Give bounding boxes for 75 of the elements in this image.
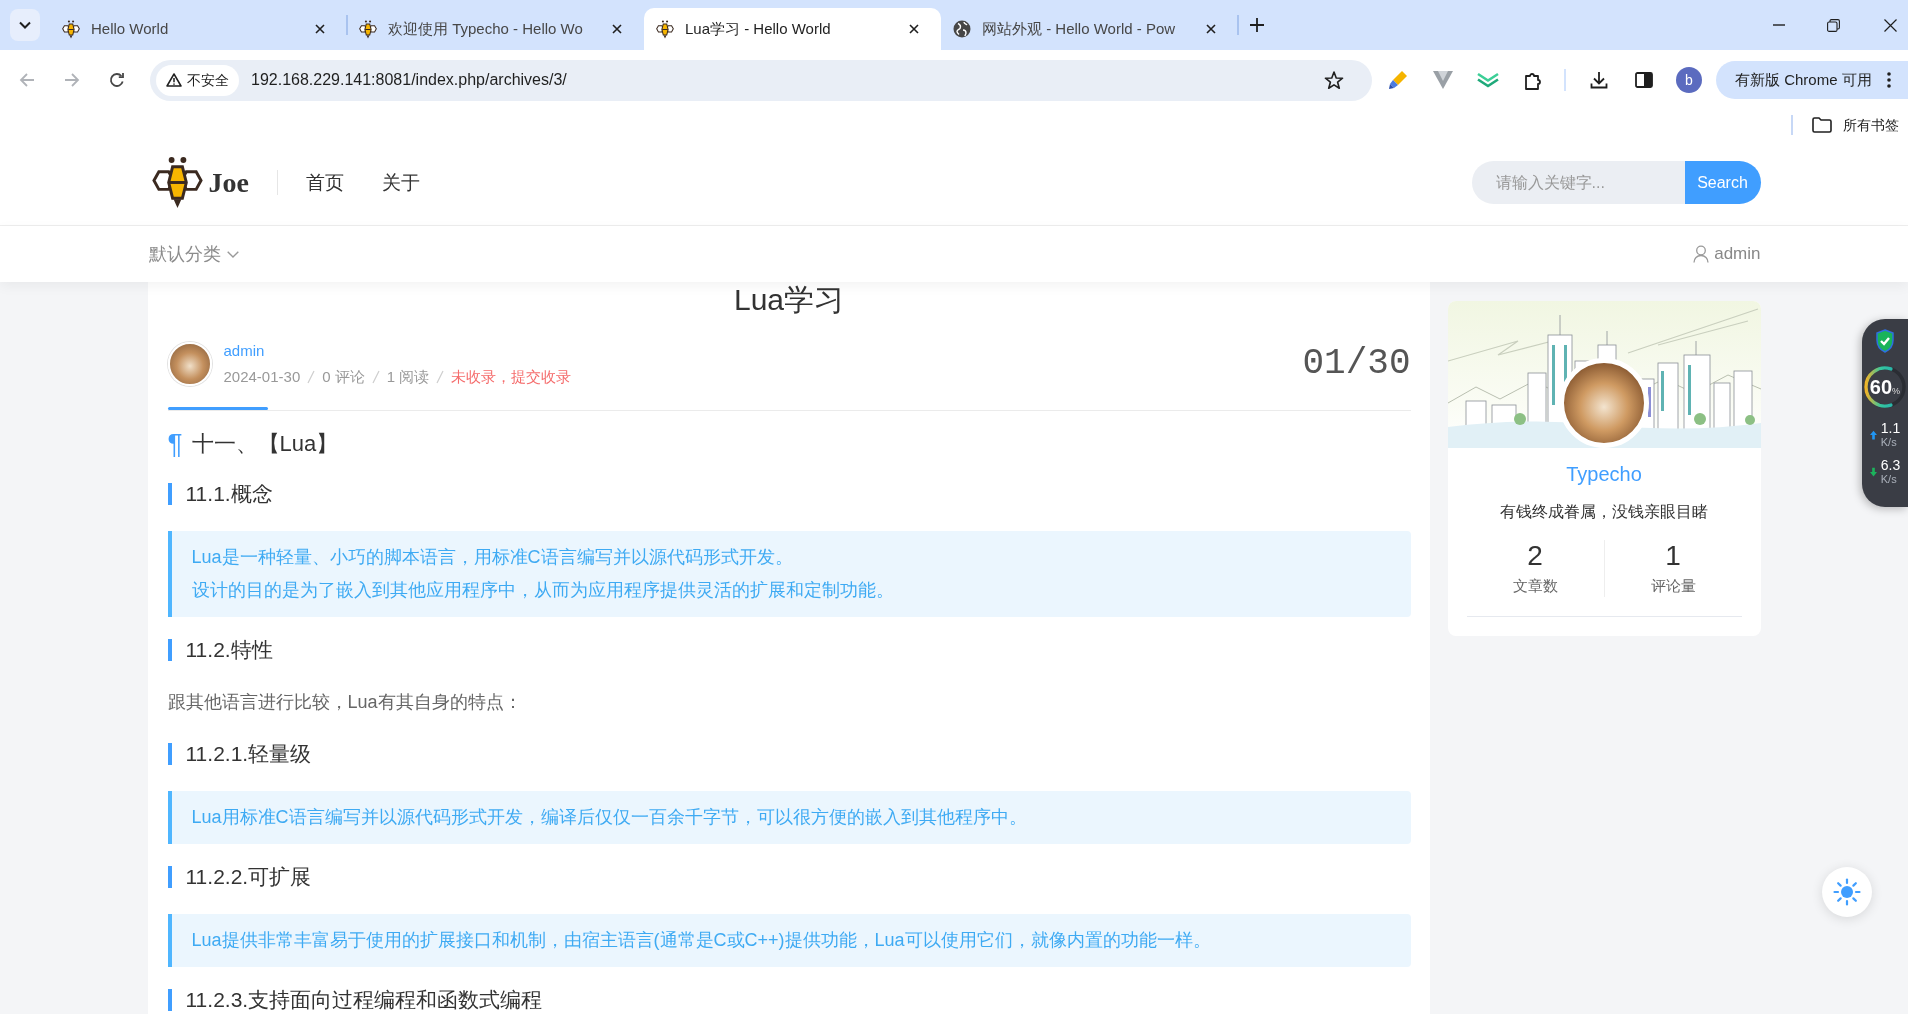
meta-text: 2024-01-30 [223,367,301,387]
stat-value: 1 [1665,540,1681,572]
puzzle-icon[interactable] [1524,70,1542,90]
chevron-down-icon [19,21,31,29]
bee-logo-icon [151,156,203,209]
nav-link[interactable]: 首页 [305,169,344,196]
star-icon[interactable] [1324,70,1344,90]
section-heading: 十一、【Lua】 [191,430,339,458]
triangle-icon[interactable] [1433,71,1453,89]
arrow-up-icon [1869,429,1877,440]
quote-text: Lua用标准C语言编写并以源代码形式开发，编译后仅仅一百余千字节，可以很方便的嵌入到其他程序中。 [191,806,1028,829]
close-icon[interactable] [1206,24,1216,34]
speed-unit: K/s [1880,473,1897,485]
bookmarks-folder[interactable]: 所有书签 [1812,114,1899,136]
folder-icon [1812,117,1832,133]
bee-icon [62,19,80,39]
speed-value: 1.1 [1880,421,1901,436]
avatar-placeholder [167,341,212,386]
close-icon[interactable] [1883,18,1897,32]
security-chip[interactable]: 不安全 [156,64,239,96]
slash-icon [371,370,380,384]
menu-icon [1887,72,1891,88]
browser-tab[interactable]: 欢迎使用 Typecho - Hello Wo [347,8,644,50]
stat-label: 评论量 [1650,576,1696,596]
pen-icon[interactable] [1388,70,1408,90]
article-title: Lua学习 [732,282,846,318]
url-text: 192.168.229.141:8081/index.php/archives/3/ [251,70,567,90]
warning-icon [166,73,182,87]
chevron-down-icon [226,250,239,258]
side-panel-icon[interactable] [1635,72,1653,88]
double-chevron-icon[interactable] [1477,72,1499,88]
speed-unit: K/s [1880,436,1897,448]
quote-text: Lua是一种轻量、小巧的脚本语言，用标准C语言编写并以源代码形式开发。 [191,546,794,569]
close-icon[interactable] [612,24,622,34]
meta-text: 1 阅读 [386,367,430,387]
profile-button[interactable]: b [1676,67,1702,93]
arrow-down-icon [1869,466,1877,477]
restore-icon[interactable] [1827,18,1840,32]
minimize-icon[interactable] [1772,24,1785,26]
shield-check-icon [1875,329,1895,353]
browser-tab[interactable]: 网站外观 - Hello World - Pow [941,8,1238,50]
plus-icon[interactable] [1250,18,1264,32]
theme-toggle-button[interactable] [1822,867,1872,917]
logo-link[interactable]: Joe [151,156,249,209]
quote-text: Lua提供非常丰富易于使用的扩展接口和机制，由宿主语言(通常是C或C++)提供功能，Lua可以使用它们，就像内置的功能一样。 [191,929,1212,952]
update-button[interactable]: 有新版 Chrome 可用 [1716,61,1908,99]
meta-text: 0 评论 [322,367,365,387]
reload-icon[interactable] [109,72,125,88]
load-percent: 60 [1869,376,1893,398]
close-icon[interactable] [315,24,325,34]
date-text: 01/30 [1302,343,1411,384]
slash-icon [436,370,445,384]
bee-icon [359,19,377,39]
bee-icon [656,19,674,39]
close-icon[interactable] [909,24,919,34]
motto-text: 有钱终成眷属，没钱亲眼目睹 [1500,502,1708,522]
stat-value: 2 [1527,540,1543,572]
globe-icon [953,20,971,38]
download-icon[interactable] [1590,71,1608,89]
user-link[interactable]: admin [1693,241,1761,267]
browser-tab[interactable]: Lua学习 - Hello World [644,8,941,50]
user-icon [1693,245,1710,263]
address-bar[interactable]: 不安全 192.168.229.141:8081/index.php/archives/3/ [150,59,1372,101]
stat-label: 文章数 [1512,576,1558,596]
slash-icon [307,370,316,384]
speed-value: 6.3 [1880,458,1901,473]
paragraph: 跟其他语言进行比较，Lua有其自身的特点： [167,691,523,714]
quote-text: 设计的目的是为了嵌入到其他应用程序中，从而为应用程序提供灵活的扩展和定制功能。 [191,579,895,602]
tab-search-button[interactable] [10,9,40,41]
browser-tab[interactable]: Hello World [50,8,347,50]
search-field[interactable]: 请输入关键字... [1471,161,1685,204]
percent-unit: % [1892,386,1901,396]
nav-link[interactable]: 关于 [381,169,420,196]
category-dropdown[interactable]: 默认分类 [148,240,239,268]
sun-icon [1833,878,1861,906]
